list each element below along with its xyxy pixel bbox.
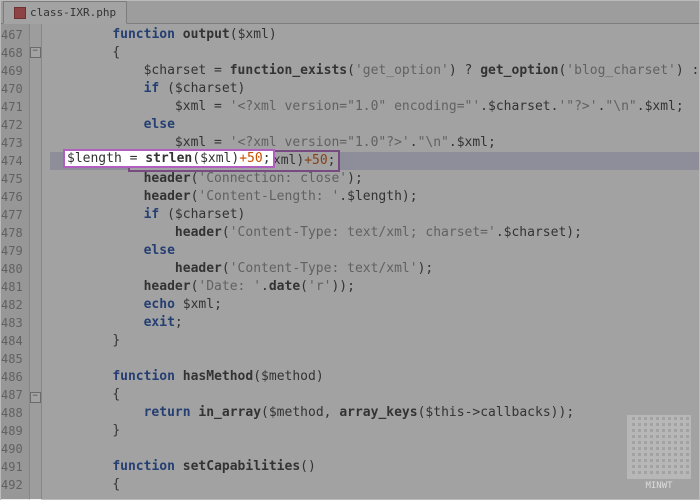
code-line: { bbox=[50, 476, 700, 494]
line-number: 490 bbox=[1, 440, 29, 458]
highlight-cutout: $length = strlen($xml)+50; bbox=[63, 151, 699, 169]
code-line: header('Content-Type: text/xml; charset=… bbox=[50, 224, 700, 242]
code-editor: class-IXR.php 46746846947047147247347447… bbox=[0, 0, 700, 500]
fold-column: −− bbox=[30, 24, 42, 500]
line-number: 474 bbox=[1, 152, 29, 170]
code-line: header('Connection: close'); bbox=[50, 170, 700, 188]
code-line: function output($xml) bbox=[50, 26, 700, 44]
code-line: header('Content-Type: text/xml'); bbox=[50, 260, 700, 278]
line-number: 471 bbox=[1, 98, 29, 116]
code-line bbox=[50, 440, 700, 458]
code-line: } bbox=[50, 422, 700, 440]
tab-bar: class-IXR.php bbox=[1, 1, 699, 24]
code-line: { bbox=[50, 386, 700, 404]
line-number: 483 bbox=[1, 314, 29, 332]
line-number: 467 bbox=[1, 26, 29, 44]
code-line: exit; bbox=[50, 314, 700, 332]
fold-toggle-icon[interactable]: − bbox=[30, 47, 41, 58]
line-number: 488 bbox=[1, 404, 29, 422]
fold-toggle-icon[interactable]: − bbox=[30, 392, 41, 403]
code-line: } bbox=[50, 332, 700, 350]
edit-highlight: $length = strlen($xml)+50; bbox=[63, 149, 275, 168]
code-line: $xml = '<?xml version="1.0" encoding="'.… bbox=[50, 98, 700, 116]
line-number: 486 bbox=[1, 368, 29, 386]
line-number: 478 bbox=[1, 224, 29, 242]
line-number: 477 bbox=[1, 206, 29, 224]
code-line: function hasMethod($method) bbox=[50, 368, 700, 386]
code-area: 4674684694704714724734744754764774784794… bbox=[1, 24, 699, 500]
line-number: 470 bbox=[1, 80, 29, 98]
line-number: 481 bbox=[1, 278, 29, 296]
line-number: 485 bbox=[1, 350, 29, 368]
code-line: function setCapabilities() bbox=[50, 458, 700, 476]
line-number: 487 bbox=[1, 386, 29, 404]
code-line bbox=[50, 350, 700, 368]
file-tab[interactable]: class-IXR.php bbox=[3, 1, 127, 24]
line-number: 491 bbox=[1, 458, 29, 476]
code-line: header('Date: '.date('r')); bbox=[50, 278, 700, 296]
line-number: 482 bbox=[1, 296, 29, 314]
code-line: { bbox=[50, 44, 700, 62]
line-number: 469 bbox=[1, 62, 29, 80]
code-line: return in_array($method, array_keys($thi… bbox=[50, 404, 700, 422]
line-number: 473 bbox=[1, 134, 29, 152]
modified-icon bbox=[14, 7, 26, 19]
code-line: $charset = function_exists('get_option')… bbox=[50, 62, 700, 80]
line-number: 484 bbox=[1, 332, 29, 350]
line-number-gutter: 4674684694704714724734744754764774784794… bbox=[1, 24, 30, 500]
code-line: else bbox=[50, 242, 700, 260]
code-line: if ($charset) bbox=[50, 80, 700, 98]
code-line: if ($charset) bbox=[50, 206, 700, 224]
line-number: 476 bbox=[1, 188, 29, 206]
code-line: header('Content-Length: '.$length); bbox=[50, 188, 700, 206]
line-number: 489 bbox=[1, 422, 29, 440]
line-number: 492 bbox=[1, 476, 29, 494]
line-number: 468 bbox=[1, 44, 29, 62]
line-number: 480 bbox=[1, 260, 29, 278]
code-line: echo $xml; bbox=[50, 296, 700, 314]
line-number: 475 bbox=[1, 170, 29, 188]
line-number: 472 bbox=[1, 116, 29, 134]
code-line: else bbox=[50, 116, 700, 134]
line-number: 479 bbox=[1, 242, 29, 260]
code-body[interactable]: function output($xml) { $charset = funct… bbox=[42, 24, 700, 500]
tab-filename: class-IXR.php bbox=[30, 6, 116, 19]
